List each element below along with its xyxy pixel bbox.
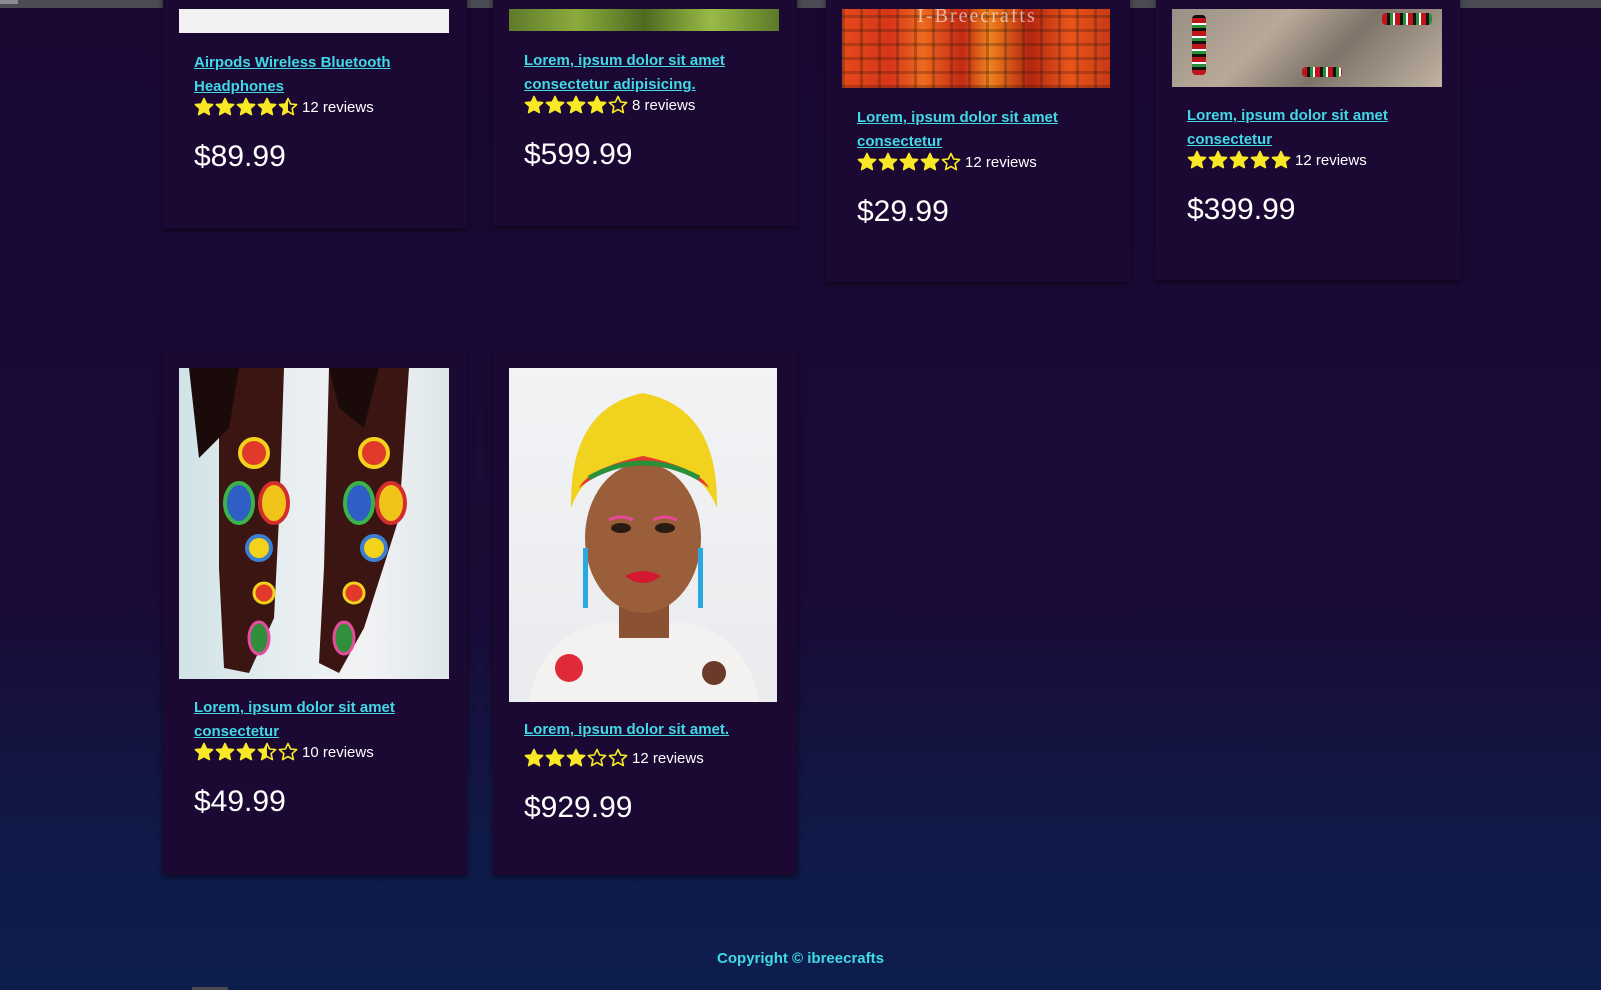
product-title-link[interactable]: Airpods Wireless Bluetooth Headphones — [194, 51, 424, 99]
product-title-link[interactable]: Lorem, ipsum dolor sit amet consectetur … — [524, 49, 754, 97]
beaded-sandals-illustration — [189, 368, 409, 673]
product-image[interactable] — [179, 9, 449, 33]
star-icon — [566, 95, 586, 114]
star-icon — [1187, 150, 1207, 169]
footer-copyright: Copyright © ibreecrafts — [717, 950, 884, 967]
product-title-link[interactable]: Lorem, ipsum dolor sit amet consectetur — [1187, 104, 1417, 152]
star-icon — [1208, 150, 1228, 169]
rating-stars — [524, 748, 629, 768]
star-icon — [920, 152, 940, 171]
star-icon — [608, 95, 628, 114]
rating-stars — [857, 152, 962, 172]
star-icon — [257, 97, 277, 116]
scroll-indicator — [0, 0, 18, 4]
product-title-link[interactable]: Lorem, ipsum dolor sit amet consectetur — [857, 106, 1087, 154]
review-count: 8 reviews — [632, 96, 696, 114]
review-count: 12 reviews — [1295, 151, 1367, 169]
rating-stars — [194, 97, 299, 117]
image-bracelet-detail — [1302, 67, 1342, 77]
product-card: Airpods Wireless Bluetooth Headphones 12… — [163, 0, 467, 228]
product-rating: 12 reviews — [857, 152, 1037, 172]
product-price: $49.99 — [194, 785, 286, 818]
image-watermark: I-Breecrafts — [917, 9, 1037, 27]
product-rating: 8 reviews — [524, 95, 695, 115]
product-title-link[interactable]: Lorem, ipsum dolor sit amet consectetur — [194, 696, 424, 744]
rating-stars — [194, 742, 299, 762]
review-count: 12 reviews — [302, 98, 374, 116]
star-icon — [278, 97, 298, 116]
product-rating: 12 reviews — [194, 97, 374, 117]
image-bracelet-detail — [1382, 13, 1432, 25]
headwrap-portrait-illustration — [529, 393, 759, 702]
product-image[interactable] — [179, 368, 449, 679]
product-card: I-Breecrafts Lorem, ipsum dolor sit amet… — [826, 0, 1130, 282]
review-count: 10 reviews — [302, 743, 374, 761]
product-rating: 10 reviews — [194, 742, 374, 762]
star-icon — [278, 742, 298, 761]
product-image[interactable] — [509, 368, 777, 702]
product-title-link[interactable]: Lorem, ipsum dolor sit amet. — [524, 718, 754, 742]
star-icon — [545, 95, 565, 114]
star-icon — [1250, 150, 1270, 169]
star-icon — [899, 152, 919, 171]
product-price: $599.99 — [524, 138, 633, 171]
rating-stars — [1187, 150, 1292, 170]
product-card: Lorem, ipsum dolor sit amet consectetur … — [163, 351, 467, 875]
star-icon — [236, 742, 256, 761]
product-card: Lorem, ipsum dolor sit amet. 12 reviews … — [493, 351, 797, 875]
product-price: $89.99 — [194, 140, 286, 173]
product-rating: 12 reviews — [524, 748, 704, 768]
product-image[interactable]: I-Breecrafts — [842, 9, 1110, 88]
image-bracelet-detail — [1192, 15, 1206, 75]
star-icon — [587, 95, 607, 114]
review-count: 12 reviews — [965, 153, 1037, 171]
star-icon — [257, 742, 277, 761]
product-price: $399.99 — [1187, 193, 1296, 226]
star-icon — [545, 748, 565, 767]
star-icon — [1229, 150, 1249, 169]
star-icon — [215, 97, 235, 116]
star-icon — [194, 742, 214, 761]
product-card: Lorem, ipsum dolor sit amet consectetur … — [493, 0, 797, 226]
star-icon — [236, 97, 256, 116]
review-count: 12 reviews — [632, 749, 704, 767]
product-price: $929.99 — [524, 791, 633, 824]
star-icon — [857, 152, 877, 171]
star-icon — [524, 95, 544, 114]
product-image[interactable] — [509, 9, 779, 31]
star-icon — [566, 748, 586, 767]
star-icon — [524, 748, 544, 767]
star-icon — [587, 748, 607, 767]
rating-stars — [524, 95, 629, 115]
product-price: $29.99 — [857, 195, 949, 228]
product-card: Lorem, ipsum dolor sit amet consectetur … — [1156, 0, 1460, 280]
star-icon — [941, 152, 961, 171]
star-icon — [194, 97, 214, 116]
product-rating: 12 reviews — [1187, 150, 1367, 170]
star-icon — [1271, 150, 1291, 169]
star-icon — [215, 742, 235, 761]
star-icon — [608, 748, 628, 767]
product-image[interactable] — [1172, 9, 1442, 87]
star-icon — [878, 152, 898, 171]
